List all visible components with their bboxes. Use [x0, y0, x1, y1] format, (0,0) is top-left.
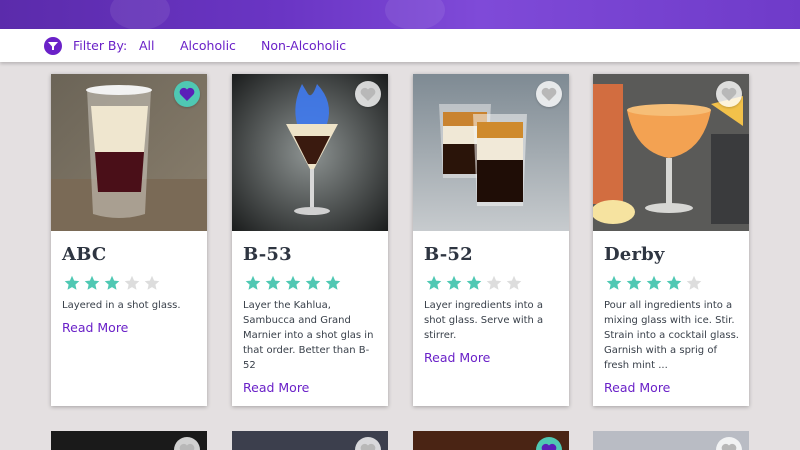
star-rating	[606, 275, 702, 291]
drink-description: Pour all ingredients into a mixing glass…	[604, 300, 739, 371]
filter-icon[interactable]	[44, 37, 62, 55]
drink-description: Layered in a shot glass.	[62, 300, 181, 311]
star-filled-icon	[64, 275, 80, 290]
drink-description: Layer the Kahlua, Sambucca and Grand Mar…	[243, 300, 374, 371]
drink-title: Derby	[604, 244, 665, 265]
star-filled-icon	[265, 275, 281, 290]
drink-title: B-52	[424, 244, 473, 265]
drink-card[interactable]: Derby Pour all ingredients into a mixing…	[593, 74, 749, 406]
star-filled-icon	[666, 275, 682, 290]
star-filled-icon	[426, 275, 442, 290]
read-more-link[interactable]: Read More	[243, 380, 309, 395]
filter-option-alcoholic[interactable]: Alcoholic	[180, 38, 236, 53]
star-filled-icon	[466, 275, 482, 290]
star-filled-icon	[285, 275, 301, 290]
drink-title: B-53	[243, 244, 292, 265]
star-filled-icon	[646, 275, 662, 290]
star-empty-icon	[124, 275, 140, 290]
drink-card[interactable]	[593, 431, 749, 450]
favorite-heart-icon[interactable]	[174, 437, 200, 450]
star-rating	[245, 275, 341, 291]
star-filled-icon	[84, 275, 100, 290]
star-empty-icon	[144, 275, 160, 290]
drink-card[interactable]	[413, 431, 569, 450]
favorite-heart-icon[interactable]	[536, 81, 562, 107]
star-empty-icon	[486, 275, 502, 290]
drink-card[interactable]: B-53 Layer the Kahlua, Sambucca and Gran…	[232, 74, 388, 406]
favorite-heart-icon[interactable]	[716, 81, 742, 107]
star-filled-icon	[626, 275, 642, 290]
drink-description: Layer ingredients into a shot glass. Ser…	[424, 300, 544, 341]
star-rating	[64, 275, 160, 291]
read-more-link[interactable]: Read More	[424, 350, 490, 365]
favorite-heart-icon[interactable]	[355, 81, 381, 107]
header-banner	[0, 0, 800, 29]
drink-card[interactable]	[51, 431, 207, 450]
favorite-heart-icon[interactable]	[355, 437, 381, 450]
star-filled-icon	[245, 275, 261, 290]
filter-option-all[interactable]: All	[139, 38, 155, 53]
read-more-link[interactable]: Read More	[62, 320, 128, 335]
read-more-link[interactable]: Read More	[604, 380, 670, 395]
filter-option-non-alcoholic[interactable]: Non-Alcoholic	[261, 38, 346, 53]
filter-bar: Filter By: All Alcoholic Non-Alcoholic	[0, 29, 800, 62]
star-empty-icon	[506, 275, 522, 290]
star-filled-icon	[305, 275, 321, 290]
star-filled-icon	[104, 275, 120, 290]
star-filled-icon	[606, 275, 622, 290]
drink-card[interactable]	[232, 431, 388, 450]
favorite-heart-icon[interactable]	[174, 81, 200, 107]
drink-card[interactable]: B-52 Layer ingredients into a shot glass…	[413, 74, 569, 406]
star-rating	[426, 275, 522, 291]
favorite-heart-icon[interactable]	[716, 437, 742, 450]
drink-card[interactable]: ABC Layered in a shot glass. Read More	[51, 74, 207, 406]
favorite-heart-icon[interactable]	[536, 437, 562, 450]
star-filled-icon	[446, 275, 462, 290]
star-filled-icon	[325, 275, 341, 290]
filter-label: Filter By:	[73, 38, 128, 53]
star-empty-icon	[686, 275, 702, 290]
drink-title: ABC	[62, 244, 107, 265]
